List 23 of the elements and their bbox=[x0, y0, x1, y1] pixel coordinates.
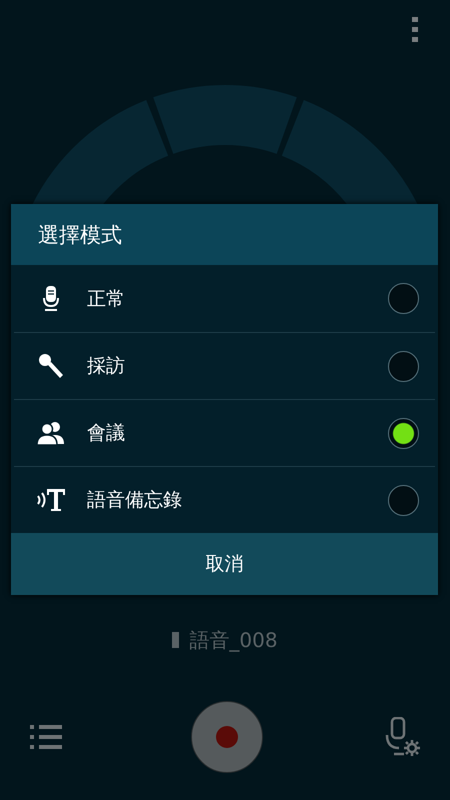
mode-option[interactable]: 會議 bbox=[14, 399, 435, 466]
more-menu-icon[interactable] bbox=[411, 16, 419, 42]
mode-option[interactable]: 採訪 bbox=[14, 332, 435, 399]
dialog-title: 選擇模式 bbox=[38, 222, 122, 248]
mode-option[interactable]: 正常 bbox=[14, 265, 435, 332]
list-icon[interactable] bbox=[30, 725, 62, 749]
option-label: 會議 bbox=[87, 421, 126, 446]
microphone-settings-icon[interactable] bbox=[384, 717, 420, 757]
radio-button[interactable] bbox=[388, 283, 419, 314]
radio-button[interactable] bbox=[388, 484, 419, 516]
people-icon bbox=[36, 421, 66, 445]
microphone-icon bbox=[42, 286, 60, 312]
cancel-button[interactable]: 取消 bbox=[11, 533, 438, 595]
option-label: 正常 bbox=[87, 286, 126, 312]
record-icon bbox=[216, 726, 238, 748]
file-marker-icon bbox=[172, 632, 180, 648]
file-name: 語音_008 bbox=[189, 626, 278, 654]
handheld-microphone-icon bbox=[38, 353, 64, 379]
sound-text-icon bbox=[36, 487, 66, 513]
option-label: 語音備忘錄 bbox=[87, 488, 183, 513]
radio-button[interactable] bbox=[388, 350, 419, 382]
option-label: 採訪 bbox=[87, 354, 126, 379]
radio-button[interactable] bbox=[388, 418, 419, 448]
